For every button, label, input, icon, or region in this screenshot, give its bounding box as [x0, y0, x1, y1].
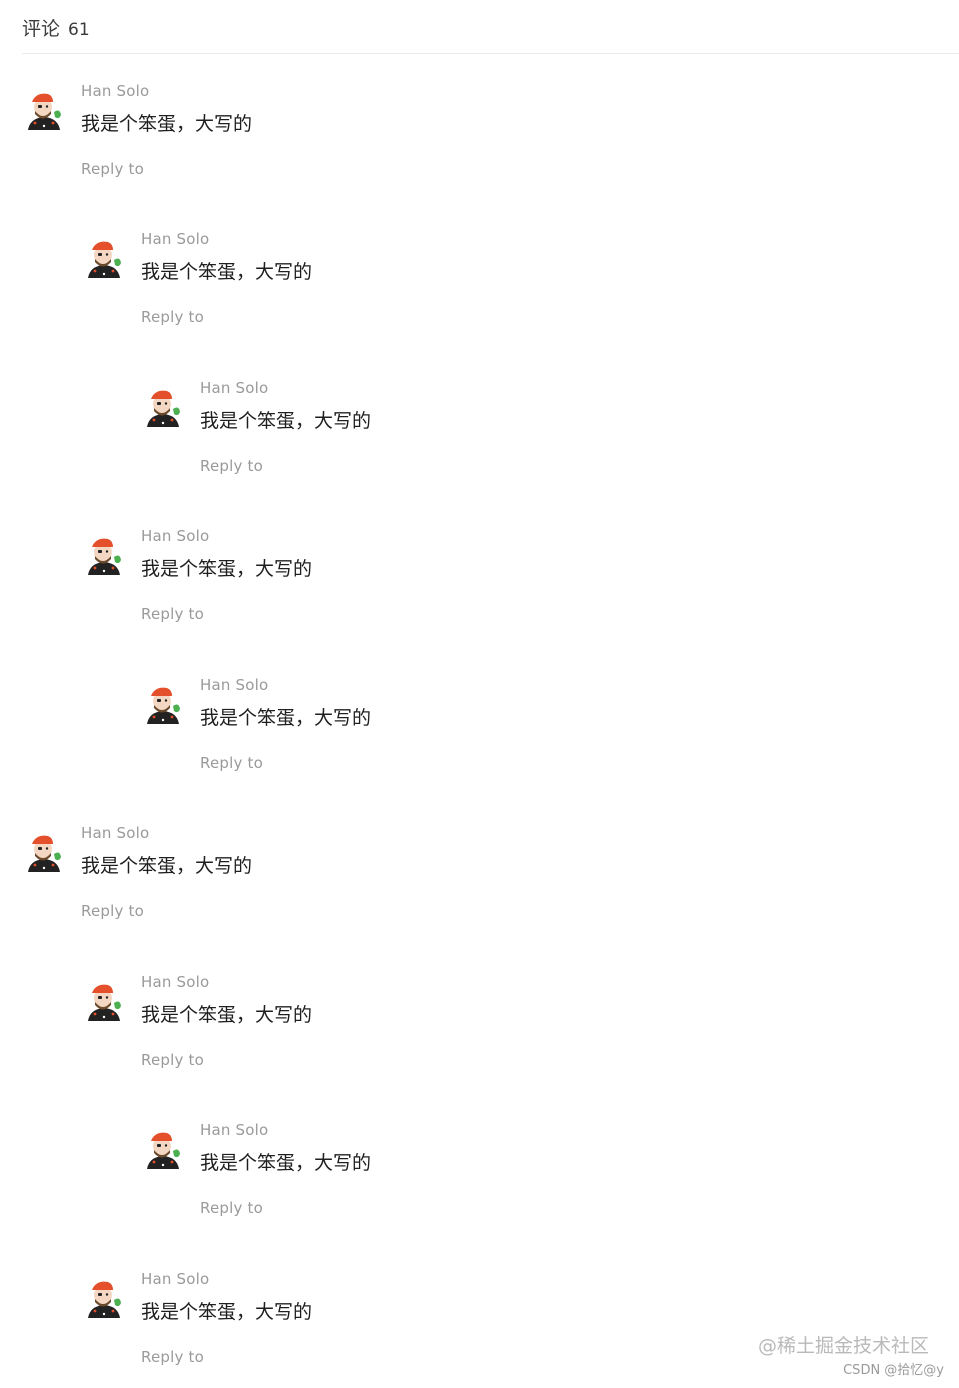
comment-content: 我是个笨蛋，大写的	[141, 1004, 313, 1026]
comment-content: 我是个笨蛋，大写的	[141, 558, 313, 580]
comments-count: 61	[68, 20, 90, 40]
comment-content: 我是个笨蛋，大写的	[81, 855, 253, 877]
reply-button[interactable]: Reply to	[200, 1199, 263, 1217]
pirate-avatar-icon[interactable]	[141, 684, 185, 728]
comment-author[interactable]: Han Solo	[141, 1270, 209, 1288]
pirate-avatar-icon[interactable]	[82, 1278, 126, 1322]
reply-button[interactable]: Reply to	[141, 605, 204, 623]
reply-button[interactable]: Reply to	[141, 308, 204, 326]
pirate-avatar-icon[interactable]	[22, 90, 66, 134]
comment-content: 我是个笨蛋，大写的	[81, 113, 253, 135]
comment-author[interactable]: Han Solo	[141, 230, 209, 248]
comment-author[interactable]: Han Solo	[200, 379, 268, 397]
reply-button[interactable]: Reply to	[81, 160, 144, 178]
comment-content: 我是个笨蛋，大写的	[141, 1301, 313, 1323]
pirate-avatar-icon[interactable]	[82, 535, 126, 579]
reply-button[interactable]: Reply to	[141, 1051, 204, 1069]
comment-author[interactable]: Han Solo	[141, 973, 209, 991]
pirate-avatar-icon[interactable]	[82, 238, 126, 282]
comment-author[interactable]: Han Solo	[81, 824, 149, 842]
comment-content: 我是个笨蛋，大写的	[200, 1152, 372, 1174]
csdn-credit: CSDN @拾忆@y	[843, 1363, 944, 1378]
comment-content: 我是个笨蛋，大写的	[200, 410, 372, 432]
comments-header: 评论 61	[22, 16, 959, 54]
reply-button[interactable]: Reply to	[81, 902, 144, 920]
comment-content: 我是个笨蛋，大写的	[141, 261, 313, 283]
comment-author[interactable]: Han Solo	[200, 1121, 268, 1139]
reply-button[interactable]: Reply to	[200, 457, 263, 475]
pirate-avatar-icon[interactable]	[141, 1129, 185, 1173]
comment-content: 我是个笨蛋，大写的	[200, 707, 372, 729]
reply-button[interactable]: Reply to	[141, 1348, 204, 1366]
reply-button[interactable]: Reply to	[200, 754, 263, 772]
comment-author[interactable]: Han Solo	[81, 82, 149, 100]
comments-title: 评论	[22, 18, 61, 40]
pirate-avatar-icon[interactable]	[22, 832, 66, 876]
comment-author[interactable]: Han Solo	[200, 676, 268, 694]
pirate-avatar-icon[interactable]	[141, 387, 185, 431]
comment-author[interactable]: Han Solo	[141, 527, 209, 545]
pirate-avatar-icon[interactable]	[82, 981, 126, 1025]
juejin-watermark: @稀土掘金技术社区	[757, 1335, 929, 1357]
